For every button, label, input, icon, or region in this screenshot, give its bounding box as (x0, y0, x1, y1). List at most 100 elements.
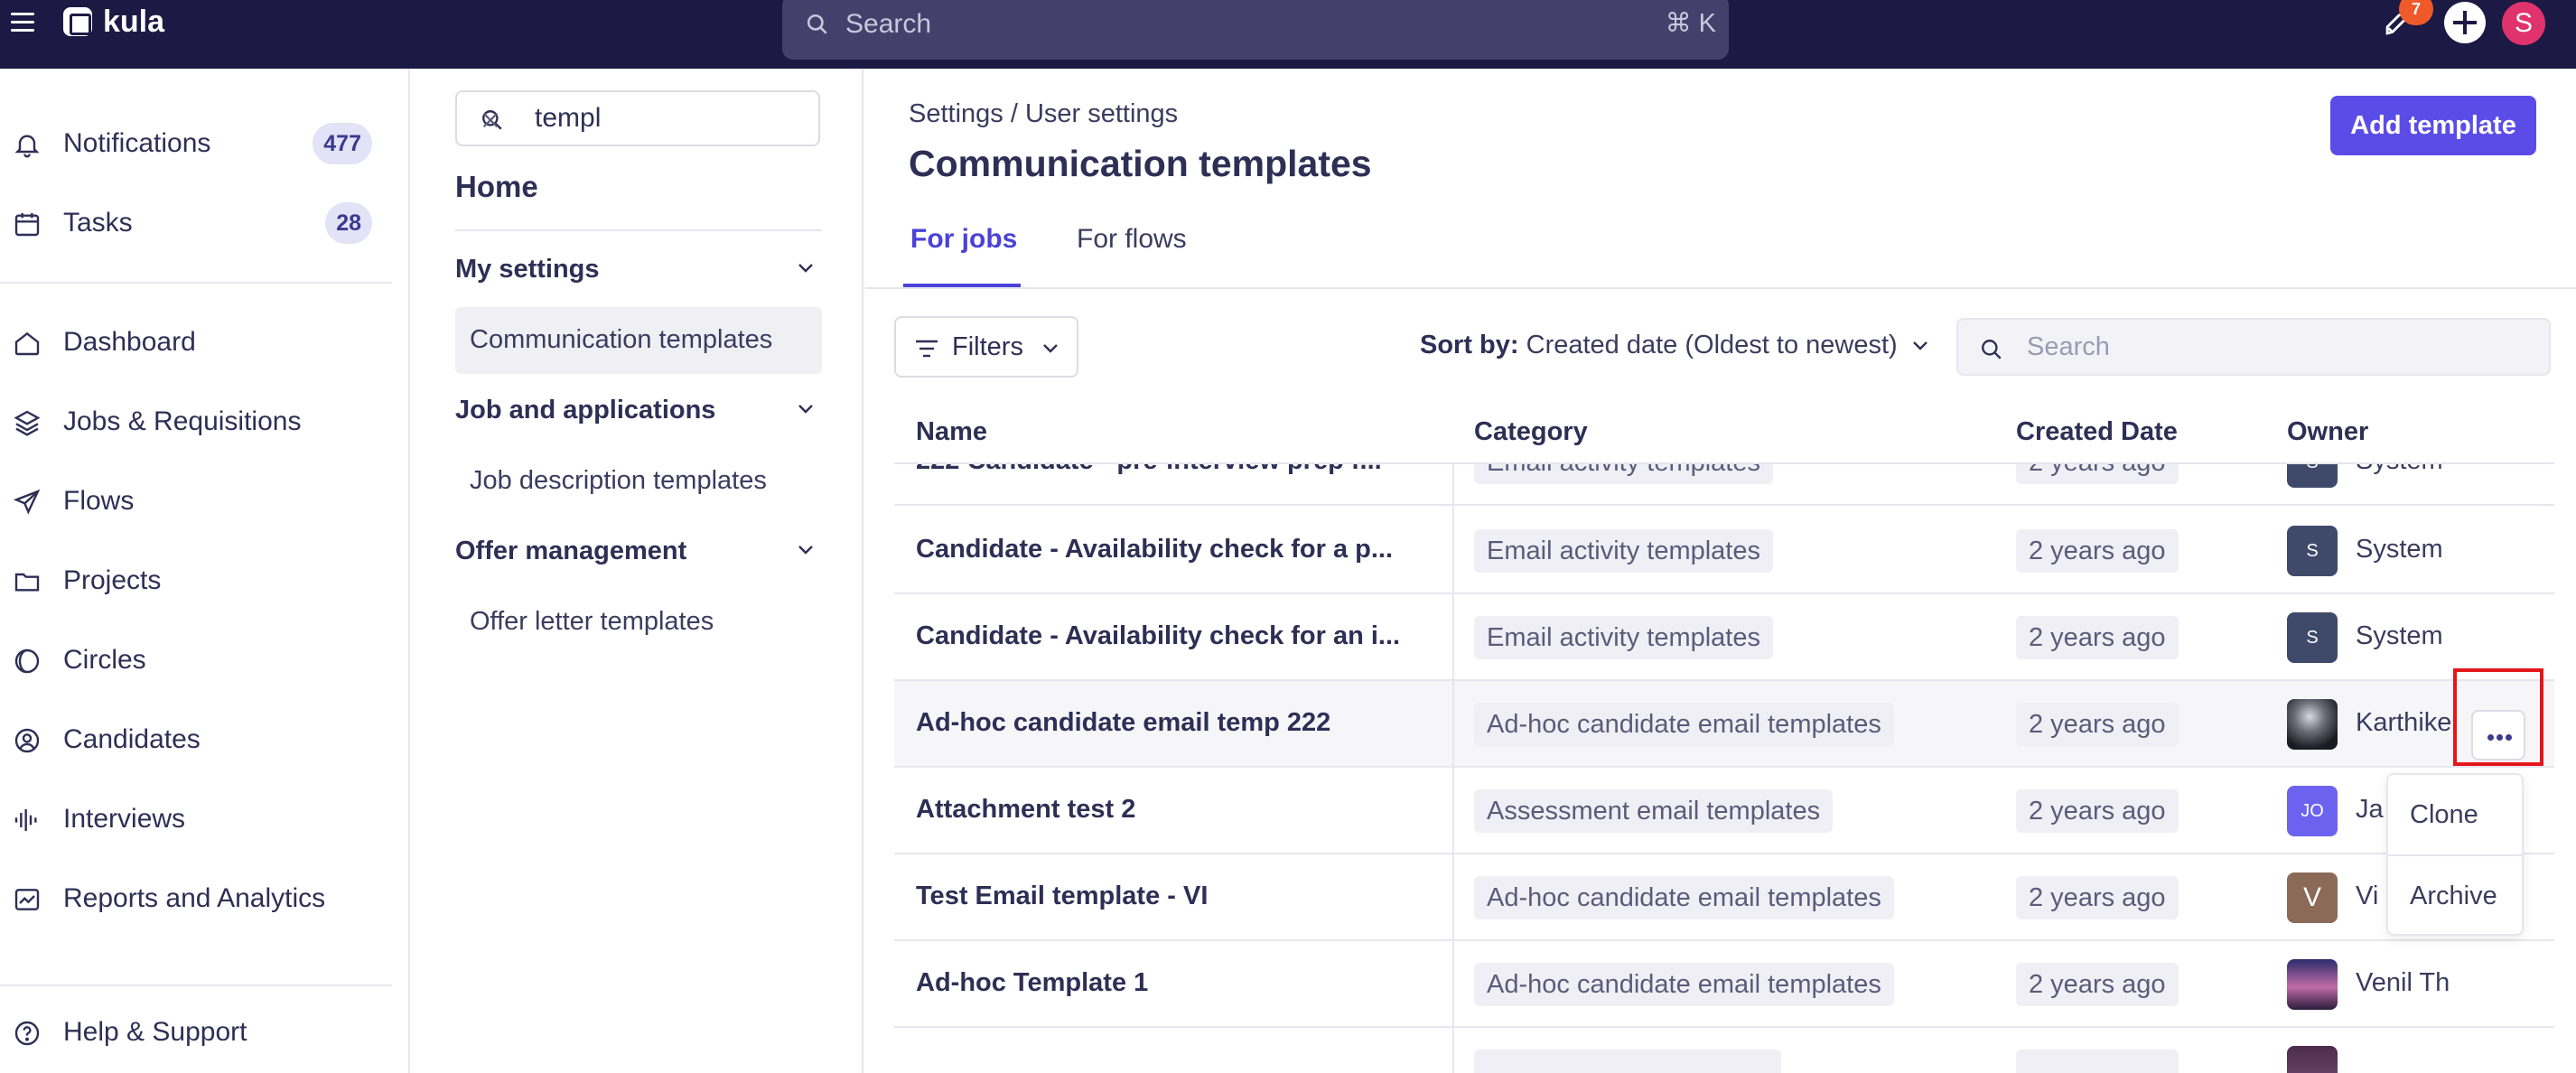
notification-count-badge: 7 (2399, 0, 2433, 25)
folder-icon (14, 573, 40, 592)
chevron-down-icon (1043, 344, 1058, 353)
table-row[interactable]: Test Email template - VI Ad-hoc candidat… (894, 854, 2554, 941)
audio-wave-icon (14, 809, 37, 831)
owner-name: Karthike (2356, 708, 2452, 737)
global-search-input[interactable]: Search ⌘ K (782, 0, 1729, 60)
search-icon (1982, 340, 2002, 359)
owner-avatar: S (2287, 464, 2338, 488)
owner-avatar-photo (2287, 959, 2338, 1010)
help-icon (14, 1021, 40, 1046)
nav-item-projects[interactable]: Projects (0, 553, 410, 607)
nav-label: Reports and Analytics (63, 883, 326, 913)
category-tag: Ad-hoc candidate email templates (1474, 703, 1894, 746)
nav-item-interviews[interactable]: Interviews (0, 791, 410, 845)
template-name: Attachment test 2 (916, 795, 1136, 824)
menu-item-clone[interactable]: Clone (2388, 775, 2522, 854)
filters-button[interactable]: Filters (894, 316, 1078, 378)
clear-icon[interactable] (481, 110, 500, 130)
owner-avatar: JO (2287, 786, 2338, 836)
sort-key: Sort by: (1420, 331, 1519, 359)
search-shortcut-hint: ⌘ K (1665, 9, 1716, 38)
table-search-input[interactable] (2027, 329, 2515, 365)
chevron-down-icon (798, 405, 813, 414)
column-separator (1452, 464, 1454, 1073)
nav-item-circles[interactable]: Circles (0, 632, 410, 686)
table-search-field[interactable] (1956, 318, 2551, 376)
nav-item-reports[interactable]: Reports and Analytics (0, 871, 410, 925)
tasks-count-badge: 28 (325, 202, 372, 244)
owner-avatar: S (2287, 612, 2338, 663)
template-name: Candidate - Availability check for an i.… (916, 621, 1401, 650)
user-avatar[interactable]: S (2502, 2, 2545, 45)
tab-for-flows[interactable]: For flows (1077, 224, 1203, 287)
chevron-down-icon (798, 264, 813, 273)
settings-item-job-description-templates[interactable]: Job description templates (455, 448, 822, 515)
column-header-name[interactable]: Name (916, 417, 987, 447)
nav-item-candidates[interactable]: Candidates (0, 712, 410, 766)
table-row[interactable]: Candidate - Availability check for an i.… (894, 594, 2554, 681)
app-logo-text: kula (103, 5, 165, 39)
table-row[interactable]: Ad-hoc candidate email temp 222 Ad-hoc c… (894, 681, 2554, 768)
settings-search-value: templ (535, 103, 602, 133)
owner-name: System (2356, 535, 2443, 564)
settings-group-my-settings[interactable]: My settings (455, 247, 822, 291)
nav-label: Interviews (63, 804, 186, 834)
tab-for-jobs[interactable]: For jobs (903, 224, 1021, 287)
column-header-created-date[interactable]: Created Date (2016, 417, 2178, 447)
category-tag: Ad-hoc candidate email templates (1474, 876, 1894, 919)
home-icon (14, 331, 40, 356)
table-row[interactable]: 222 Candidate - pre-interview prep f... … (894, 464, 2554, 506)
sort-dropdown[interactable]: Sort by: Created date (Oldest to newest) (1420, 331, 1928, 360)
created-date-tag: 2 years ago (2016, 963, 2179, 1006)
nav-label: Tasks (63, 208, 133, 238)
settings-group-offer-management[interactable]: Offer management (455, 529, 822, 573)
chevron-down-icon (798, 546, 813, 555)
circles-icon (14, 648, 40, 674)
row-actions-menu: Clone Archive (2386, 773, 2524, 936)
item-label: Job description templates (470, 466, 767, 495)
nav-label: Circles (63, 645, 146, 675)
create-new-button[interactable] (2444, 2, 2486, 43)
category-tag: Email activity templates (1474, 529, 1773, 573)
search-icon (807, 14, 827, 34)
table-row-partial[interactable] (894, 1028, 2554, 1073)
column-header-owner[interactable]: Owner (2287, 417, 2368, 447)
nav-divider (0, 282, 392, 284)
category-tag: Email activity templates (1474, 616, 1773, 659)
menu-item-label: Clone (2410, 800, 2478, 829)
owner-avatar-photo (2287, 699, 2338, 750)
table-row[interactable]: Candidate - Availability check for a p..… (894, 508, 2554, 594)
nav-item-jobs[interactable]: Jobs & Requisitions (0, 394, 410, 448)
nav-item-flows[interactable]: Flows (0, 473, 410, 527)
table-row[interactable]: Ad-hoc Template 1 Ad-hoc candidate email… (894, 941, 2554, 1028)
settings-item-communication-templates[interactable]: Communication templates (455, 307, 822, 374)
add-template-button[interactable]: Add template (2330, 96, 2536, 155)
chevron-down-icon (1912, 341, 1927, 350)
settings-search-input[interactable]: templ (455, 90, 820, 146)
nav-item-notifications[interactable]: Notifications 477 (0, 116, 410, 170)
template-name: Ad-hoc Template 1 (916, 968, 1149, 997)
owner-avatar: V (2287, 872, 2338, 923)
owner-name: System (2356, 621, 2443, 650)
menu-item-label: Archive (2410, 882, 2497, 910)
layers-icon (14, 410, 41, 436)
nav-item-dashboard[interactable]: Dashboard (0, 314, 410, 369)
group-label: Offer management (455, 536, 687, 565)
settings-group-job-and-applications[interactable]: Job and applications (455, 388, 822, 432)
table-row[interactable]: Attachment test 2 Assessment email templ… (894, 768, 2554, 854)
settings-home-link[interactable]: Home (455, 170, 538, 204)
nav-item-tasks[interactable]: Tasks 28 (0, 195, 410, 249)
breadcrumb[interactable]: Settings / User settings (909, 99, 1178, 129)
nav-label: Help & Support (63, 1017, 247, 1047)
settings-item-offer-letter-templates[interactable]: Offer letter templates (455, 589, 822, 656)
item-label: Communication templates (470, 325, 773, 354)
notifications-count-badge: 477 (313, 123, 372, 164)
left-navigation: Notifications 477 Tasks 28 Dashboard Job… (0, 69, 410, 1073)
column-header-category[interactable]: Category (1474, 417, 1588, 447)
templates-table: Name Category Created Date Owner 222 Can… (894, 397, 2554, 1073)
menu-item-archive[interactable]: Archive (2388, 856, 2522, 936)
menu-icon[interactable] (11, 13, 34, 34)
user-circle-icon (14, 728, 40, 753)
template-name: 222 Candidate - pre-interview prep f... (916, 464, 1404, 476)
nav-item-help[interactable]: Help & Support (0, 1004, 410, 1059)
